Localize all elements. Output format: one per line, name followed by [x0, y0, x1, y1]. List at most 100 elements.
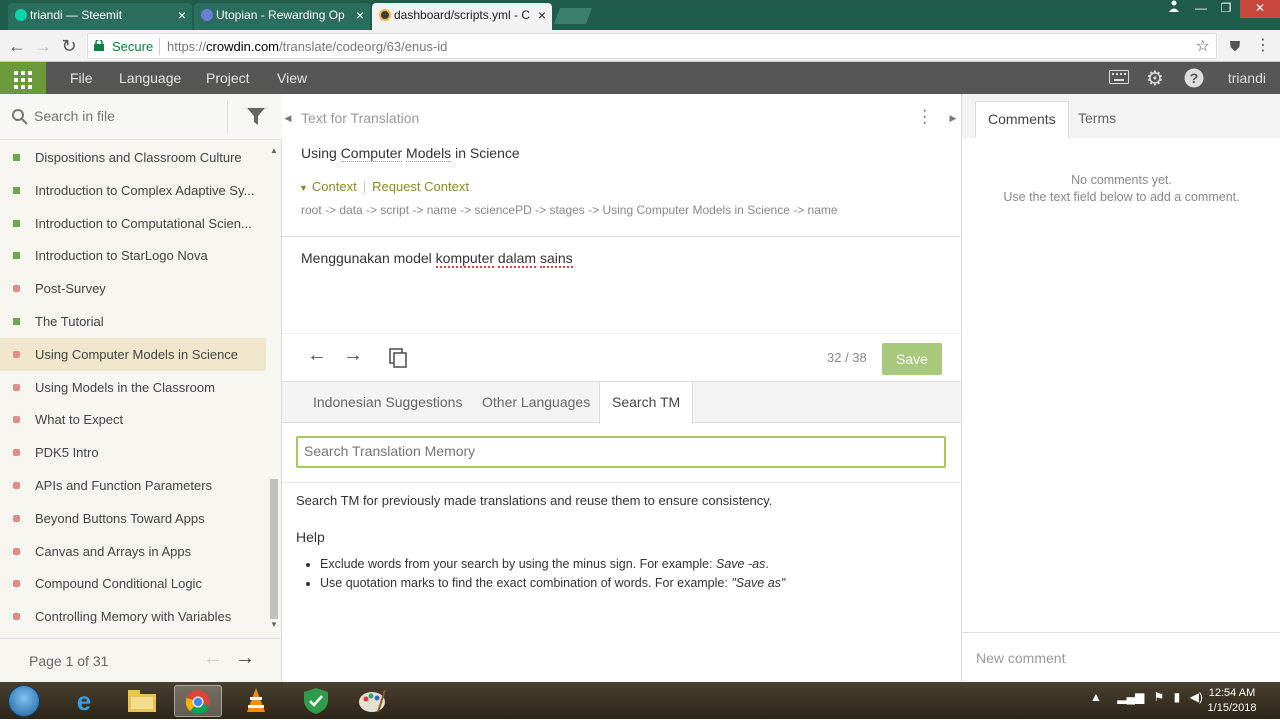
chrome-menu-icon[interactable]: ⋮: [1252, 35, 1274, 57]
tab-comments[interactable]: Comments: [975, 101, 1069, 138]
tab-indonesian-suggestions[interactable]: Indonesian Suggestions: [301, 382, 474, 423]
search-tm-input[interactable]: [304, 443, 934, 459]
vlc-icon[interactable]: [232, 685, 280, 717]
string-list-item[interactable]: Dispositions and Classroom Culture: [0, 141, 266, 174]
tray-expand-icon[interactable]: ▲: [1090, 690, 1102, 704]
menu-language[interactable]: Language: [119, 70, 181, 86]
browser-tab-steemit[interactable]: triandi — Steemit ×: [8, 3, 192, 30]
next-page-arrow-icon[interactable]: →: [235, 647, 255, 670]
collapse-right-panel-icon[interactable]: ▶: [947, 94, 959, 142]
apps-grid-icon[interactable]: [0, 62, 46, 94]
string-list-item[interactable]: Introduction to Computational Scien...: [0, 207, 266, 240]
system-tray[interactable]: ▲ ▂▄▆ ⚑ ▮ ◀): [1090, 690, 1203, 704]
string-list-item[interactable]: Post-Survey: [0, 272, 266, 305]
settings-gear-icon[interactable]: ⚙: [1146, 66, 1164, 91]
string-list-item-label: Using Models in the Classroom: [35, 379, 215, 395]
menu-project[interactable]: Project: [206, 70, 250, 86]
new-comment-field[interactable]: New comment: [962, 632, 1280, 682]
keyboard-icon[interactable]: [1109, 68, 1129, 89]
previous-string-arrow-icon[interactable]: ←: [307, 344, 327, 367]
context-row: ▼ Context | Request Context: [299, 179, 469, 194]
caret-down-icon[interactable]: ▼: [299, 183, 308, 193]
back-icon[interactable]: ←: [6, 35, 28, 57]
file-explorer-icon[interactable]: [118, 685, 166, 717]
menu-file[interactable]: File: [70, 70, 93, 86]
security-shield-icon[interactable]: [292, 685, 340, 717]
source-string-box: Text for Translation · · · Using Computer …: [282, 94, 961, 237]
copy-source-icon[interactable]: [389, 348, 407, 368]
user-profile-icon[interactable]: [1160, 0, 1188, 18]
translation-textarea[interactable]: Menggunakan model komputer dalam sains: [282, 237, 961, 333]
scroll-down-arrow-icon[interactable]: ▼: [268, 620, 280, 629]
battery-icon[interactable]: ▮: [1174, 690, 1181, 704]
next-string-arrow-icon[interactable]: →: [343, 344, 363, 367]
forward-icon[interactable]: →: [32, 35, 54, 57]
username[interactable]: triandi: [1228, 70, 1266, 86]
scroll-up-arrow-icon[interactable]: ▲: [268, 146, 280, 155]
address-toolbar: ← → ↻ Secure https://crowdin.com/transla…: [0, 30, 1280, 62]
string-list-item[interactable]: Controlling Memory with Variables: [0, 600, 266, 631]
url-bar[interactable]: Secure https://crowdin.com/translate/cod…: [87, 33, 1217, 59]
scrollbar-thumb[interactable]: [270, 479, 278, 619]
close-tab-icon[interactable]: ×: [178, 3, 186, 27]
network-icon[interactable]: ⚑: [1154, 690, 1165, 704]
glossary-term[interactable]: Models: [406, 145, 452, 162]
string-list-item[interactable]: APIs and Function Parameters: [0, 469, 266, 502]
save-button[interactable]: Save: [882, 343, 942, 375]
string-list-item[interactable]: Canvas and Arrays in Apps: [0, 535, 266, 568]
help-icon[interactable]: ?: [1184, 68, 1204, 93]
context-toggle[interactable]: Context: [312, 179, 357, 194]
browser-tab-utopian[interactable]: Utopian - Rewarding Op ×: [194, 3, 370, 30]
tab-search-tm[interactable]: Search TM: [599, 382, 694, 424]
string-list-item-label: Using Computer Models in Science: [35, 346, 239, 362]
more-options-icon[interactable]: · · ·: [922, 103, 927, 131]
reload-icon[interactable]: ↻: [58, 35, 80, 57]
menu-view[interactable]: View: [277, 70, 307, 86]
search-tm-field[interactable]: [296, 436, 946, 468]
filter-icon[interactable]: [247, 108, 265, 126]
shield-extension-icon[interactable]: ⛊: [1224, 35, 1246, 57]
secure-label: Secure: [112, 39, 154, 54]
string-list-item[interactable]: Introduction to StarLogo Nova: [0, 239, 266, 272]
restore-button[interactable]: ❐: [1212, 0, 1240, 18]
start-button[interactable]: [8, 685, 40, 717]
string-list-item[interactable]: Introduction to Complex Adaptive Sy...: [0, 174, 266, 207]
internet-explorer-icon[interactable]: e: [60, 685, 108, 717]
close-tab-icon[interactable]: ×: [356, 3, 364, 27]
comments-tabs: Comments Terms: [962, 94, 1280, 138]
string-list-item[interactable]: Using Computer Models in Science: [0, 337, 266, 371]
new-tab-button[interactable]: [554, 8, 592, 24]
signal-icon[interactable]: ▂▄▆: [1117, 690, 1144, 704]
string-list-item-label: Post-Survey: [35, 281, 106, 297]
string-list-item-label: What to Expect: [35, 412, 124, 428]
search-in-file-input[interactable]: [34, 108, 214, 124]
search-tm-description: Search TM for previously made translatio…: [296, 493, 773, 508]
empty-comments-message: No comments yet. Use the text field belo…: [1003, 173, 1240, 204]
string-list-item[interactable]: PDK5 Intro: [0, 436, 266, 469]
close-window-button[interactable]: ✕: [1240, 0, 1280, 18]
previous-page-arrow-icon[interactable]: ←: [203, 647, 223, 670]
paint-icon[interactable]: [348, 685, 396, 717]
string-list-item[interactable]: Using Models in the Classroom: [0, 371, 266, 404]
tab-other-languages[interactable]: Other Languages: [470, 382, 602, 423]
glossary-term[interactable]: Computer: [340, 145, 403, 162]
untranslated-status-icon: [13, 350, 20, 358]
tab-title: dashboard/scripts.yml - C: [394, 8, 531, 22]
minimize-button[interactable]: —: [1187, 0, 1215, 18]
chrome-icon[interactable]: [174, 685, 222, 717]
string-list-item[interactable]: Compound Conditional Logic: [0, 567, 266, 600]
context-path: root -> data -> script -> name -> scienc…: [301, 203, 838, 217]
untranslated-status-icon: [13, 383, 20, 391]
string-list-item[interactable]: The Tutorial: [0, 305, 266, 338]
system-clock[interactable]: 12:54 AM 1/15/2018: [1200, 686, 1264, 716]
lock-icon: [94, 40, 104, 51]
close-tab-icon[interactable]: ×: [538, 3, 546, 27]
request-context-link[interactable]: Request Context: [372, 179, 469, 194]
string-list-item[interactable]: Beyond Buttons Toward Apps: [0, 502, 266, 535]
bookmark-star-icon[interactable]: ☆: [1196, 36, 1210, 56]
string-list-item[interactable]: What to Expect: [0, 403, 266, 436]
collapse-left-panel-icon[interactable]: ◀: [282, 94, 294, 142]
browser-tab-crowdin[interactable]: dashboard/scripts.yml - C ×: [372, 3, 552, 30]
tab-terms[interactable]: Terms: [1066, 101, 1128, 138]
translation-text[interactable]: Menggunakan model komputer dalam sains: [301, 250, 573, 268]
